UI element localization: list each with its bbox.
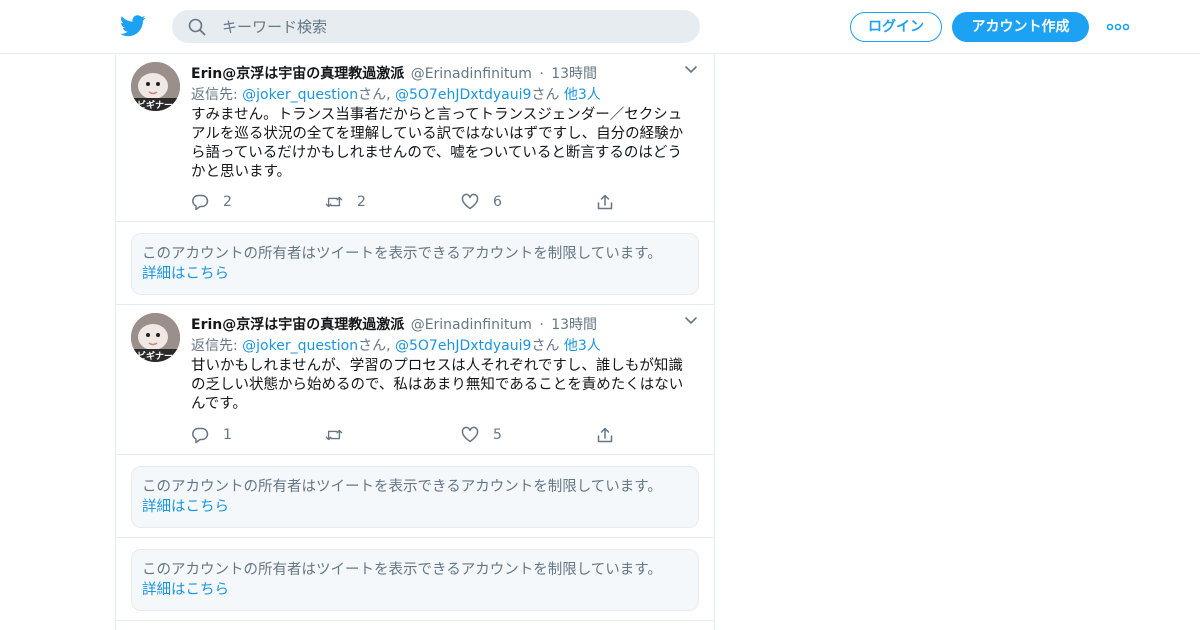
retweet-count: 2 [357, 194, 366, 210]
reply-button[interactable]: 2 [191, 191, 232, 213]
twitter-bird-icon[interactable] [120, 14, 146, 38]
svg-text:ビギナー: ビギナー [137, 99, 173, 111]
learn-more-link[interactable]: 詳細はこちら [142, 264, 229, 284]
like-count: 5 [493, 427, 502, 443]
author-name[interactable]: Erin@京浮は宇宙の真理教過激派 [191, 317, 404, 333]
search-input[interactable] [222, 10, 682, 43]
protected-notice-text: このアカウントの所有者はツイートを表示できるアカウントを制限しています。 [142, 479, 662, 495]
tweet-1[interactable]: ビギナー Erin@京浮は宇宙の真理教過激派 @Erinadinfinitum … [116, 54, 714, 222]
timeline: ビギナー Erin@京浮は宇宙の真理教過激派 @Erinadinfinitum … [115, 54, 715, 630]
protected-notice-text: このアカウントの所有者はツイートを表示できるアカウントを制限しています。 [142, 246, 662, 262]
login-button[interactable]: ログイン [850, 12, 942, 42]
author-handle[interactable]: @Erinadinfinitum [411, 317, 532, 333]
reply-to-link-1[interactable]: @joker_question [242, 87, 358, 103]
top-nav-bar: ログイン アカウント作成 [0, 0, 1200, 54]
author-handle[interactable]: @Erinadinfinitum [411, 66, 532, 82]
like-button[interactable]: 5 [461, 424, 502, 446]
reply-prefix: 返信先: [191, 87, 243, 103]
author-name[interactable]: Erin@京浮は宇宙の真理教過激派 [191, 66, 404, 82]
reply-count: 2 [223, 194, 232, 210]
reply-others-link[interactable]: 他3人 [564, 338, 601, 354]
chevron-down-icon[interactable] [684, 64, 698, 76]
protected-notice-text: このアカウントの所有者はツイートを表示できるアカウントを制限しています。 [142, 562, 662, 578]
share-button[interactable] [596, 191, 614, 213]
share-icon [597, 194, 613, 210]
reply-prefix: 返信先: [191, 338, 243, 354]
search-bar[interactable] [172, 10, 700, 43]
avatar[interactable]: ビギナー [131, 62, 180, 111]
reply-to-link-2[interactable]: @5O7ehJDxtdyaui9 [395, 87, 531, 103]
like-count: 6 [493, 194, 502, 210]
reply-to-link-1[interactable]: @joker_question [242, 338, 358, 354]
tweet-header: Erin@京浮は宇宙の真理教過激派 @Erinadinfinitum · 13時… [191, 64, 597, 84]
protected-notice-box: このアカウントの所有者はツイートを表示できるアカウントを制限しています。 詳細は… [131, 549, 699, 611]
more-dots-icon[interactable] [1106, 18, 1130, 36]
learn-more-link[interactable]: 詳細はこちら [142, 580, 229, 600]
separator-dot: · [539, 66, 544, 82]
reply-icon [192, 427, 209, 444]
tweet-2[interactable]: ビギナー Erin@京浮は宇宙の真理教過激派 @Erinadinfinitum … [116, 305, 714, 455]
tweet-timestamp[interactable]: 13時間 [551, 317, 597, 333]
avatar-image: ビギナー [131, 313, 180, 362]
reply-san-2: さん [531, 338, 564, 354]
tweet-actions: 2 2 6 [191, 191, 691, 213]
tweet-text: 甘いかもしれませんが、学習のプロセスは人それぞれですし、誰しもが知識の乏しい状態… [191, 358, 684, 412]
share-icon [597, 427, 613, 443]
reply-context: 返信先: @joker_questionさん, @5O7ehJDxtdyaui9… [191, 336, 601, 356]
separator-dot: · [539, 317, 544, 333]
protected-tweet-notice-2: このアカウントの所有者はツイートを表示できるアカウントを制限しています。 詳細は… [116, 455, 714, 538]
reply-icon [192, 194, 209, 211]
like-button[interactable]: 6 [461, 191, 502, 213]
reply-san-1: さん, [358, 87, 395, 103]
reply-san-1: さん, [358, 338, 395, 354]
signup-button[interactable]: アカウント作成 [952, 12, 1089, 42]
reply-button[interactable]: 1 [191, 424, 232, 446]
retweet-icon [325, 196, 343, 208]
tweet-actions: 1 5 [191, 424, 691, 446]
heart-icon [461, 193, 479, 210]
protected-notice-box: このアカウントの所有者はツイートを表示できるアカウントを制限しています。 詳細は… [131, 466, 699, 528]
protected-notice-box: このアカウントの所有者はツイートを表示できるアカウントを制限しています。 詳細は… [131, 233, 699, 295]
avatar[interactable]: ビギナー [131, 313, 180, 362]
heart-icon [461, 426, 479, 443]
tweet-text: すみません。トランス当事者だからと言ってトランスジェンダー／セクシュアルを巡る状… [191, 107, 684, 180]
tweet-timestamp[interactable]: 13時間 [551, 66, 597, 82]
tweet-header: Erin@京浮は宇宙の真理教過激派 @Erinadinfinitum · 13時… [191, 315, 597, 335]
share-button[interactable] [596, 424, 614, 446]
reply-others-link[interactable]: 他3人 [564, 87, 601, 103]
protected-tweet-notice-3: このアカウントの所有者はツイートを表示できるアカウントを制限しています。 詳細は… [116, 538, 714, 621]
retweet-button[interactable] [325, 424, 357, 446]
retweet-icon [325, 429, 343, 441]
learn-more-link[interactable]: 詳細はこちら [142, 497, 229, 517]
reply-count: 1 [223, 427, 232, 443]
retweet-button[interactable]: 2 [325, 191, 366, 213]
protected-tweet-notice-1: このアカウントの所有者はツイートを表示できるアカウントを制限しています。 詳細は… [116, 222, 714, 305]
search-icon [188, 18, 206, 36]
reply-context: 返信先: @joker_questionさん, @5O7ehJDxtdyaui9… [191, 85, 601, 105]
reply-to-link-2[interactable]: @5O7ehJDxtdyaui9 [395, 338, 531, 354]
reply-san-2: さん [531, 87, 564, 103]
svg-text:ビギナー: ビギナー [137, 350, 173, 362]
avatar-image: ビギナー [131, 62, 180, 111]
chevron-down-icon[interactable] [684, 315, 698, 327]
